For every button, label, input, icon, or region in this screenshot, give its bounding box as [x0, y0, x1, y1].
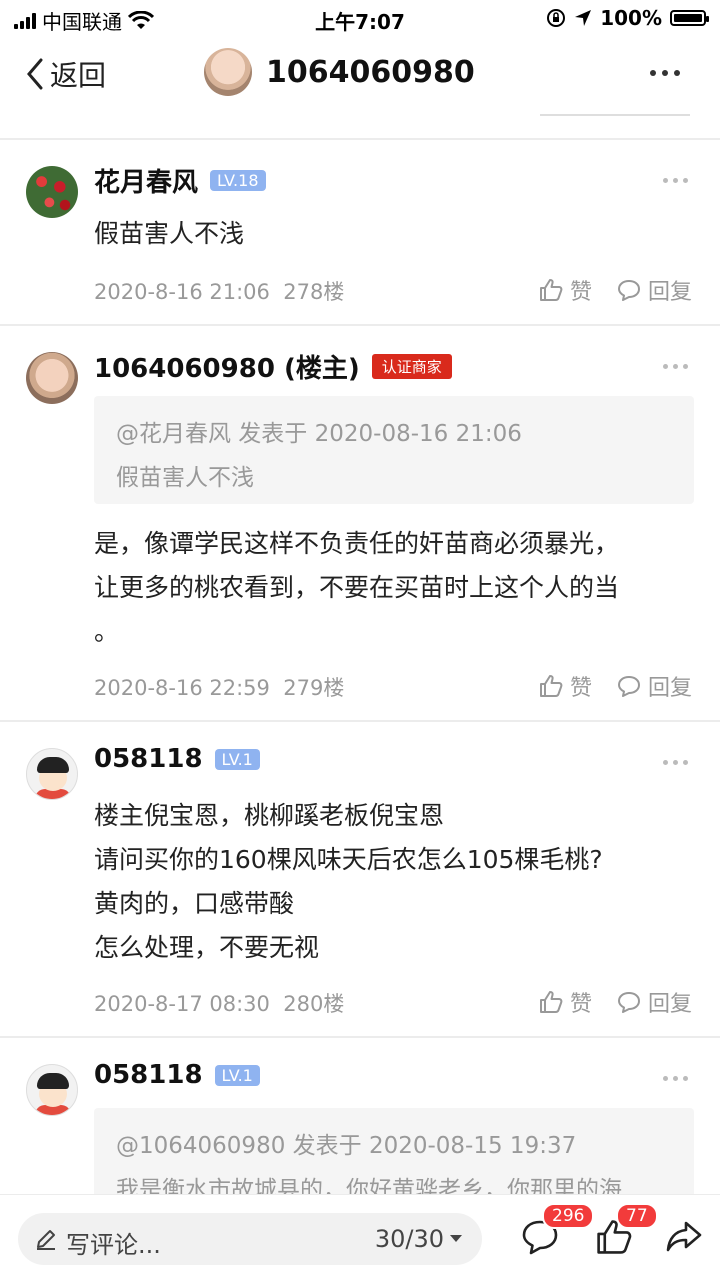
- bottom-bar: 写评论... 30/30 296 77: [0, 1194, 720, 1281]
- post-meta: 2020-8-16 22:59 279楼: [94, 672, 344, 702]
- quote-header: @花月春风 发表于 2020-08-16 21:06: [116, 421, 522, 447]
- content-line: 让更多的桃农看到，不要在买苗时上这个人的当: [94, 573, 620, 602]
- level-badge: LV.1: [214, 748, 260, 770]
- thumbs-up-icon: [539, 279, 563, 301]
- back-button[interactable]: 返回: [26, 54, 106, 94]
- battery-percent: 100%: [600, 6, 662, 30]
- avatar[interactable]: [204, 48, 252, 96]
- comments-button[interactable]: 296: [520, 1203, 595, 1259]
- caret-down-icon: [450, 1235, 462, 1242]
- rotation-lock-icon: [547, 9, 566, 27]
- comment-icon: [617, 992, 640, 1013]
- reply-button[interactable]: 回复: [616, 986, 692, 1018]
- content-line: 是，像谭学民这样不负责任的奸苗商必须暴光，: [94, 529, 620, 558]
- post-date: 2020-8-16 22:59: [94, 676, 270, 700]
- thumbs-up-icon: [539, 991, 563, 1013]
- username[interactable]: 1064060980 (楼主): [94, 348, 360, 385]
- page-selector[interactable]: 30/30: [375, 1225, 462, 1253]
- reply-label: 回复: [647, 992, 692, 1017]
- post-floor: 278楼: [283, 280, 345, 304]
- comment-placeholder: 写评论...: [66, 1231, 161, 1259]
- title-text: 1064060980: [266, 54, 475, 90]
- content-line: 。: [94, 617, 120, 646]
- avatar[interactable]: [26, 748, 78, 800]
- post-more-button[interactable]: [663, 760, 688, 765]
- reply-label: 回复: [647, 676, 692, 701]
- like-button[interactable]: 赞: [538, 986, 592, 1018]
- more-options-button[interactable]: [650, 70, 680, 76]
- certified-merchant-badge: 认证商家: [371, 354, 452, 379]
- avatar[interactable]: [26, 166, 78, 218]
- battery-icon: [670, 10, 709, 26]
- avatar[interactable]: [26, 352, 78, 404]
- level-badge: LV.1: [214, 1064, 260, 1086]
- like-post-button[interactable]: 77: [594, 1203, 658, 1261]
- page-indicator: 30/30: [374, 1225, 444, 1253]
- quoted-post[interactable]: @1064060980 发表于 2020-08-15 19:37 我是衡水市故城…: [94, 1108, 694, 1194]
- like-label: 赞: [569, 676, 592, 701]
- avatar[interactable]: [26, 1064, 78, 1116]
- content-line: 请问买你的160棵风味天后农怎么105棵毛桃?: [94, 845, 603, 874]
- post-more-button[interactable]: [663, 178, 688, 183]
- post-more-button[interactable]: [663, 364, 688, 369]
- like-count-badge: 77: [616, 1203, 658, 1229]
- post-date: 2020-8-16 21:06: [94, 280, 270, 304]
- content-line: 黄肉的，口感带酸: [94, 889, 295, 918]
- chevron-left-icon: [27, 58, 43, 90]
- reply-label: 回复: [647, 280, 692, 305]
- quoted-post[interactable]: @花月春风 发表于 2020-08-16 21:06 假苗害人不浅: [94, 396, 694, 504]
- username[interactable]: 花月春风: [94, 162, 198, 199]
- post-content: 楼主倪宝恩，桃柳蹊老板倪宝恩 请问买你的160棵风味天后农怎么105棵毛桃? 黄…: [94, 794, 698, 970]
- post-floor: 280楼: [283, 992, 345, 1016]
- post-item: 1064060980 (楼主) 认证商家 @花月春风 发表于 2020-08-1…: [0, 326, 720, 720]
- post-date: 2020-8-17 08:30: [94, 992, 270, 1016]
- comment-icon: [617, 676, 640, 697]
- post-item: 058118 LV.1 楼主倪宝恩，桃柳蹊老板倪宝恩 请问买你的160棵风味天后…: [0, 722, 720, 1036]
- like-label: 赞: [569, 992, 592, 1017]
- share-icon: [666, 1221, 702, 1252]
- comment-input[interactable]: 写评论... 30/30: [18, 1213, 482, 1265]
- quote-text: 我是衡水市故城县的，你好黄骅老乡，你那里的海: [116, 1177, 622, 1194]
- like-button[interactable]: 赞: [538, 670, 592, 702]
- post-item: 058118 LV.1 @1064060980 发表于 2020-08-15 1…: [0, 1038, 720, 1194]
- pencil-icon: [37, 1230, 55, 1250]
- back-label: 返回: [50, 59, 107, 92]
- content-line: 楼主倪宝恩，桃柳蹊老板倪宝恩: [94, 801, 445, 830]
- post-more-button[interactable]: [663, 1076, 688, 1081]
- reply-button[interactable]: 回复: [616, 670, 692, 702]
- like-button[interactable]: 赞: [538, 274, 592, 306]
- post-meta: 2020-8-17 08:30 280楼: [94, 988, 344, 1018]
- status-bar: 中国联通 上午7:07 100%: [0, 0, 720, 36]
- quote-header: @1064060980 发表于 2020-08-15 19:37: [116, 1133, 577, 1159]
- username[interactable]: 058118: [94, 1060, 203, 1090]
- post-floor: 279楼: [283, 676, 345, 700]
- post-item: 花月春风 LV.18 假苗害人不浅 2020-8-16 21:06 278楼 赞…: [0, 140, 720, 324]
- reply-button[interactable]: 回复: [616, 274, 692, 306]
- level-badge: LV.18: [210, 170, 266, 191]
- post-content: 假苗害人不浅: [94, 219, 245, 248]
- post-content: 是，像谭学民这样不负责任的奸苗商必须暴光， 让更多的桃农看到，不要在买苗时上这个…: [94, 522, 698, 654]
- previous-post-fragment: [0, 96, 720, 138]
- quote-text: 假苗害人不浅: [116, 465, 254, 491]
- share-button[interactable]: [664, 1217, 704, 1259]
- content-line: 怎么处理，不要无视: [94, 933, 320, 962]
- username[interactable]: 058118: [94, 744, 203, 774]
- like-label: 赞: [569, 280, 592, 305]
- post-meta: 2020-8-16 21:06 278楼: [94, 276, 344, 306]
- comment-count-badge: 296: [542, 1203, 595, 1229]
- comment-icon: [617, 280, 640, 301]
- page-title: 1064060980: [204, 48, 475, 96]
- thumbs-up-icon: [539, 675, 563, 697]
- location-icon: [575, 10, 592, 26]
